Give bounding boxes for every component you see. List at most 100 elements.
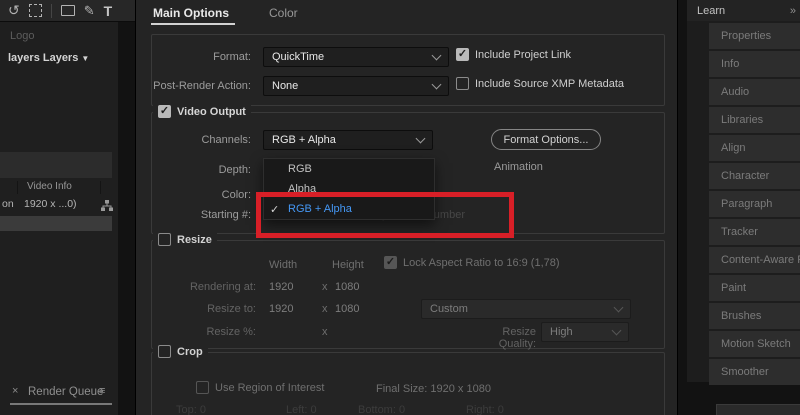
include-xmp-checkbox[interactable]: Include Source XMP Metadata xyxy=(456,77,624,90)
rendering-at-label: Rendering at: xyxy=(189,281,256,293)
depth-label: Depth: xyxy=(218,164,251,176)
rendering-width-value: 1920 xyxy=(269,281,294,293)
include-project-link-checkbox[interactable]: ✓ Include Project Link xyxy=(456,48,571,61)
video-info-column-header[interactable]: Video Info xyxy=(0,180,112,197)
use-roi-checkbox: Use Region of Interest xyxy=(196,381,324,394)
rotation-tool-icon[interactable]: ↺ xyxy=(8,2,20,19)
panel-button-audio[interactable]: Audio xyxy=(709,79,800,105)
panel-button-tracker[interactable]: Tracker xyxy=(709,219,800,245)
check-icon: ✓ xyxy=(159,105,170,117)
panel-button-content-aware-fill[interactable]: Content-Aware Fill xyxy=(709,247,800,273)
logo-label: Logo xyxy=(10,30,35,42)
resize-to-label: Resize to: xyxy=(207,303,256,315)
panel-button-brushes[interactable]: Brushes xyxy=(709,303,800,329)
video-output-checkbox[interactable]: ✓ Video Output xyxy=(153,105,251,118)
chevron-down-icon xyxy=(431,79,442,89)
tab-main-options[interactable]: Main Options xyxy=(153,6,229,20)
channels-dropdown[interactable]: RGB + Alpha xyxy=(263,130,433,150)
codec-name-label: Animation xyxy=(494,161,543,173)
toolbar-divider xyxy=(50,3,52,18)
post-render-label: Post-Render Action: xyxy=(153,80,251,92)
resize-checkbox[interactable]: Resize xyxy=(153,233,217,246)
panel-button-smoother[interactable]: Smoother xyxy=(709,359,800,385)
crop-left-value: Left: 0 xyxy=(286,404,317,415)
resize-preset-dropdown: Custom xyxy=(421,299,631,319)
panel-button-properties[interactable]: Properties xyxy=(709,23,800,49)
rectangle-tool-icon[interactable] xyxy=(60,5,75,16)
app-window: ↺ ✎ T Logo layers Layers ▼ Video Info on… xyxy=(0,0,800,415)
post-render-dropdown[interactable]: None xyxy=(263,76,449,96)
panel-expand-icon[interactable]: » xyxy=(790,5,796,17)
checkbox-unchecked-dim-icon xyxy=(196,381,209,394)
color-label: Color: xyxy=(221,189,251,201)
post-render-value: None xyxy=(272,80,299,92)
resize-quality-dropdown: High xyxy=(541,322,629,342)
panel-button-paragraph[interactable]: Paragraph xyxy=(709,191,800,217)
render-queue-tab-label: Render Queue xyxy=(28,386,104,398)
crop-label: Crop xyxy=(177,345,203,358)
format-options-button[interactable]: Format Options... xyxy=(491,129,601,150)
chevron-down-icon xyxy=(613,302,624,312)
include-xmp-label: Include Source XMP Metadata xyxy=(475,77,624,90)
channels-value: RGB + Alpha xyxy=(272,134,336,146)
resize-width-value: 1920 xyxy=(269,303,294,315)
column-divider[interactable] xyxy=(17,181,18,194)
region-of-interest-icon[interactable] xyxy=(28,4,42,17)
panel-button-align[interactable]: Align xyxy=(709,135,800,161)
row-video-info-value: 1920 x ...0) xyxy=(24,198,77,210)
render-queue-tab[interactable]: × Render Queue ≡ xyxy=(0,384,118,402)
panel-button-stack: Properties Info Audio Libraries Align Ch… xyxy=(687,21,800,385)
checkbox-checked-icon[interactable]: ✓ xyxy=(456,48,469,61)
learn-panel-tab[interactable]: Learn » xyxy=(687,0,800,22)
active-tab-underline xyxy=(151,23,235,25)
format-dropdown[interactable]: QuickTime xyxy=(263,47,449,67)
bottom-right-panel-stub xyxy=(716,404,800,415)
height-column-header: Height xyxy=(332,259,364,271)
include-project-link-label: Include Project Link xyxy=(475,48,571,61)
checkbox-checked-dim-icon: ✓ xyxy=(384,256,397,269)
resize-height-value: 1080 xyxy=(335,303,360,315)
checkbox-unchecked-icon[interactable] xyxy=(158,345,171,358)
crop-top-value: Top: 0 xyxy=(176,404,206,415)
panel-button-paint[interactable]: Paint xyxy=(709,275,800,301)
panel-menu-icon[interactable]: ≡ xyxy=(99,385,105,397)
pen-tool-icon[interactable]: ✎ xyxy=(84,3,95,19)
chevron-down-icon xyxy=(415,133,426,143)
column-divider[interactable] xyxy=(100,181,101,194)
layers-dropdown[interactable]: layers Layers ▼ xyxy=(8,52,89,64)
row-prefix-label: on xyxy=(2,198,14,210)
checkbox-unchecked-icon[interactable] xyxy=(158,233,171,246)
tools-toolbar: ↺ ✎ T xyxy=(0,0,135,22)
rendering-height-value: 1080 xyxy=(335,281,360,293)
check-icon: ✓ xyxy=(385,256,396,268)
width-column-header: Width xyxy=(269,259,298,271)
resize-preset-value: Custom xyxy=(430,303,468,315)
panel-button-info[interactable]: Info xyxy=(709,51,800,77)
render-queue-panel: Logo layers Layers ▼ Video Info on 1920 … xyxy=(0,22,118,415)
close-icon[interactable]: × xyxy=(12,385,18,397)
render-info-strip xyxy=(0,152,112,178)
type-tool-icon[interactable]: T xyxy=(104,3,113,19)
checkbox-unchecked-icon[interactable] xyxy=(456,77,469,90)
render-queue-row[interactable]: on 1920 x ...0) xyxy=(0,198,118,214)
times-separator: x xyxy=(322,303,328,315)
check-icon: ✓ xyxy=(457,48,468,60)
selected-row-highlight[interactable] xyxy=(0,216,112,231)
panel-button-character[interactable]: Character xyxy=(709,163,800,189)
panel-button-motion-sketch[interactable]: Motion Sketch xyxy=(709,331,800,357)
menu-item-rgb[interactable]: RGB xyxy=(264,159,434,179)
crop-checkbox[interactable]: Crop xyxy=(153,345,208,358)
video-info-header-label: Video Info xyxy=(27,181,72,192)
resize-label: Resize xyxy=(177,233,212,246)
final-size-label: Final Size: 1920 x 1080 xyxy=(376,383,491,395)
annotation-highlight-box xyxy=(256,192,514,238)
starting-number-label: Starting #: xyxy=(200,209,251,221)
panel-button-libraries[interactable]: Libraries xyxy=(709,107,800,133)
resize-quality-value: High xyxy=(550,326,573,338)
lock-aspect-label: Lock Aspect Ratio to 16:9 (1,78) xyxy=(403,256,560,269)
checkbox-checked-icon[interactable]: ✓ xyxy=(158,105,171,118)
resize-quality-label: Resize Quality: xyxy=(498,326,536,350)
tab-color[interactable]: Color xyxy=(269,6,298,20)
crop-bottom-value: Bottom: 0 xyxy=(358,404,406,415)
chevron-down-icon xyxy=(431,50,442,60)
